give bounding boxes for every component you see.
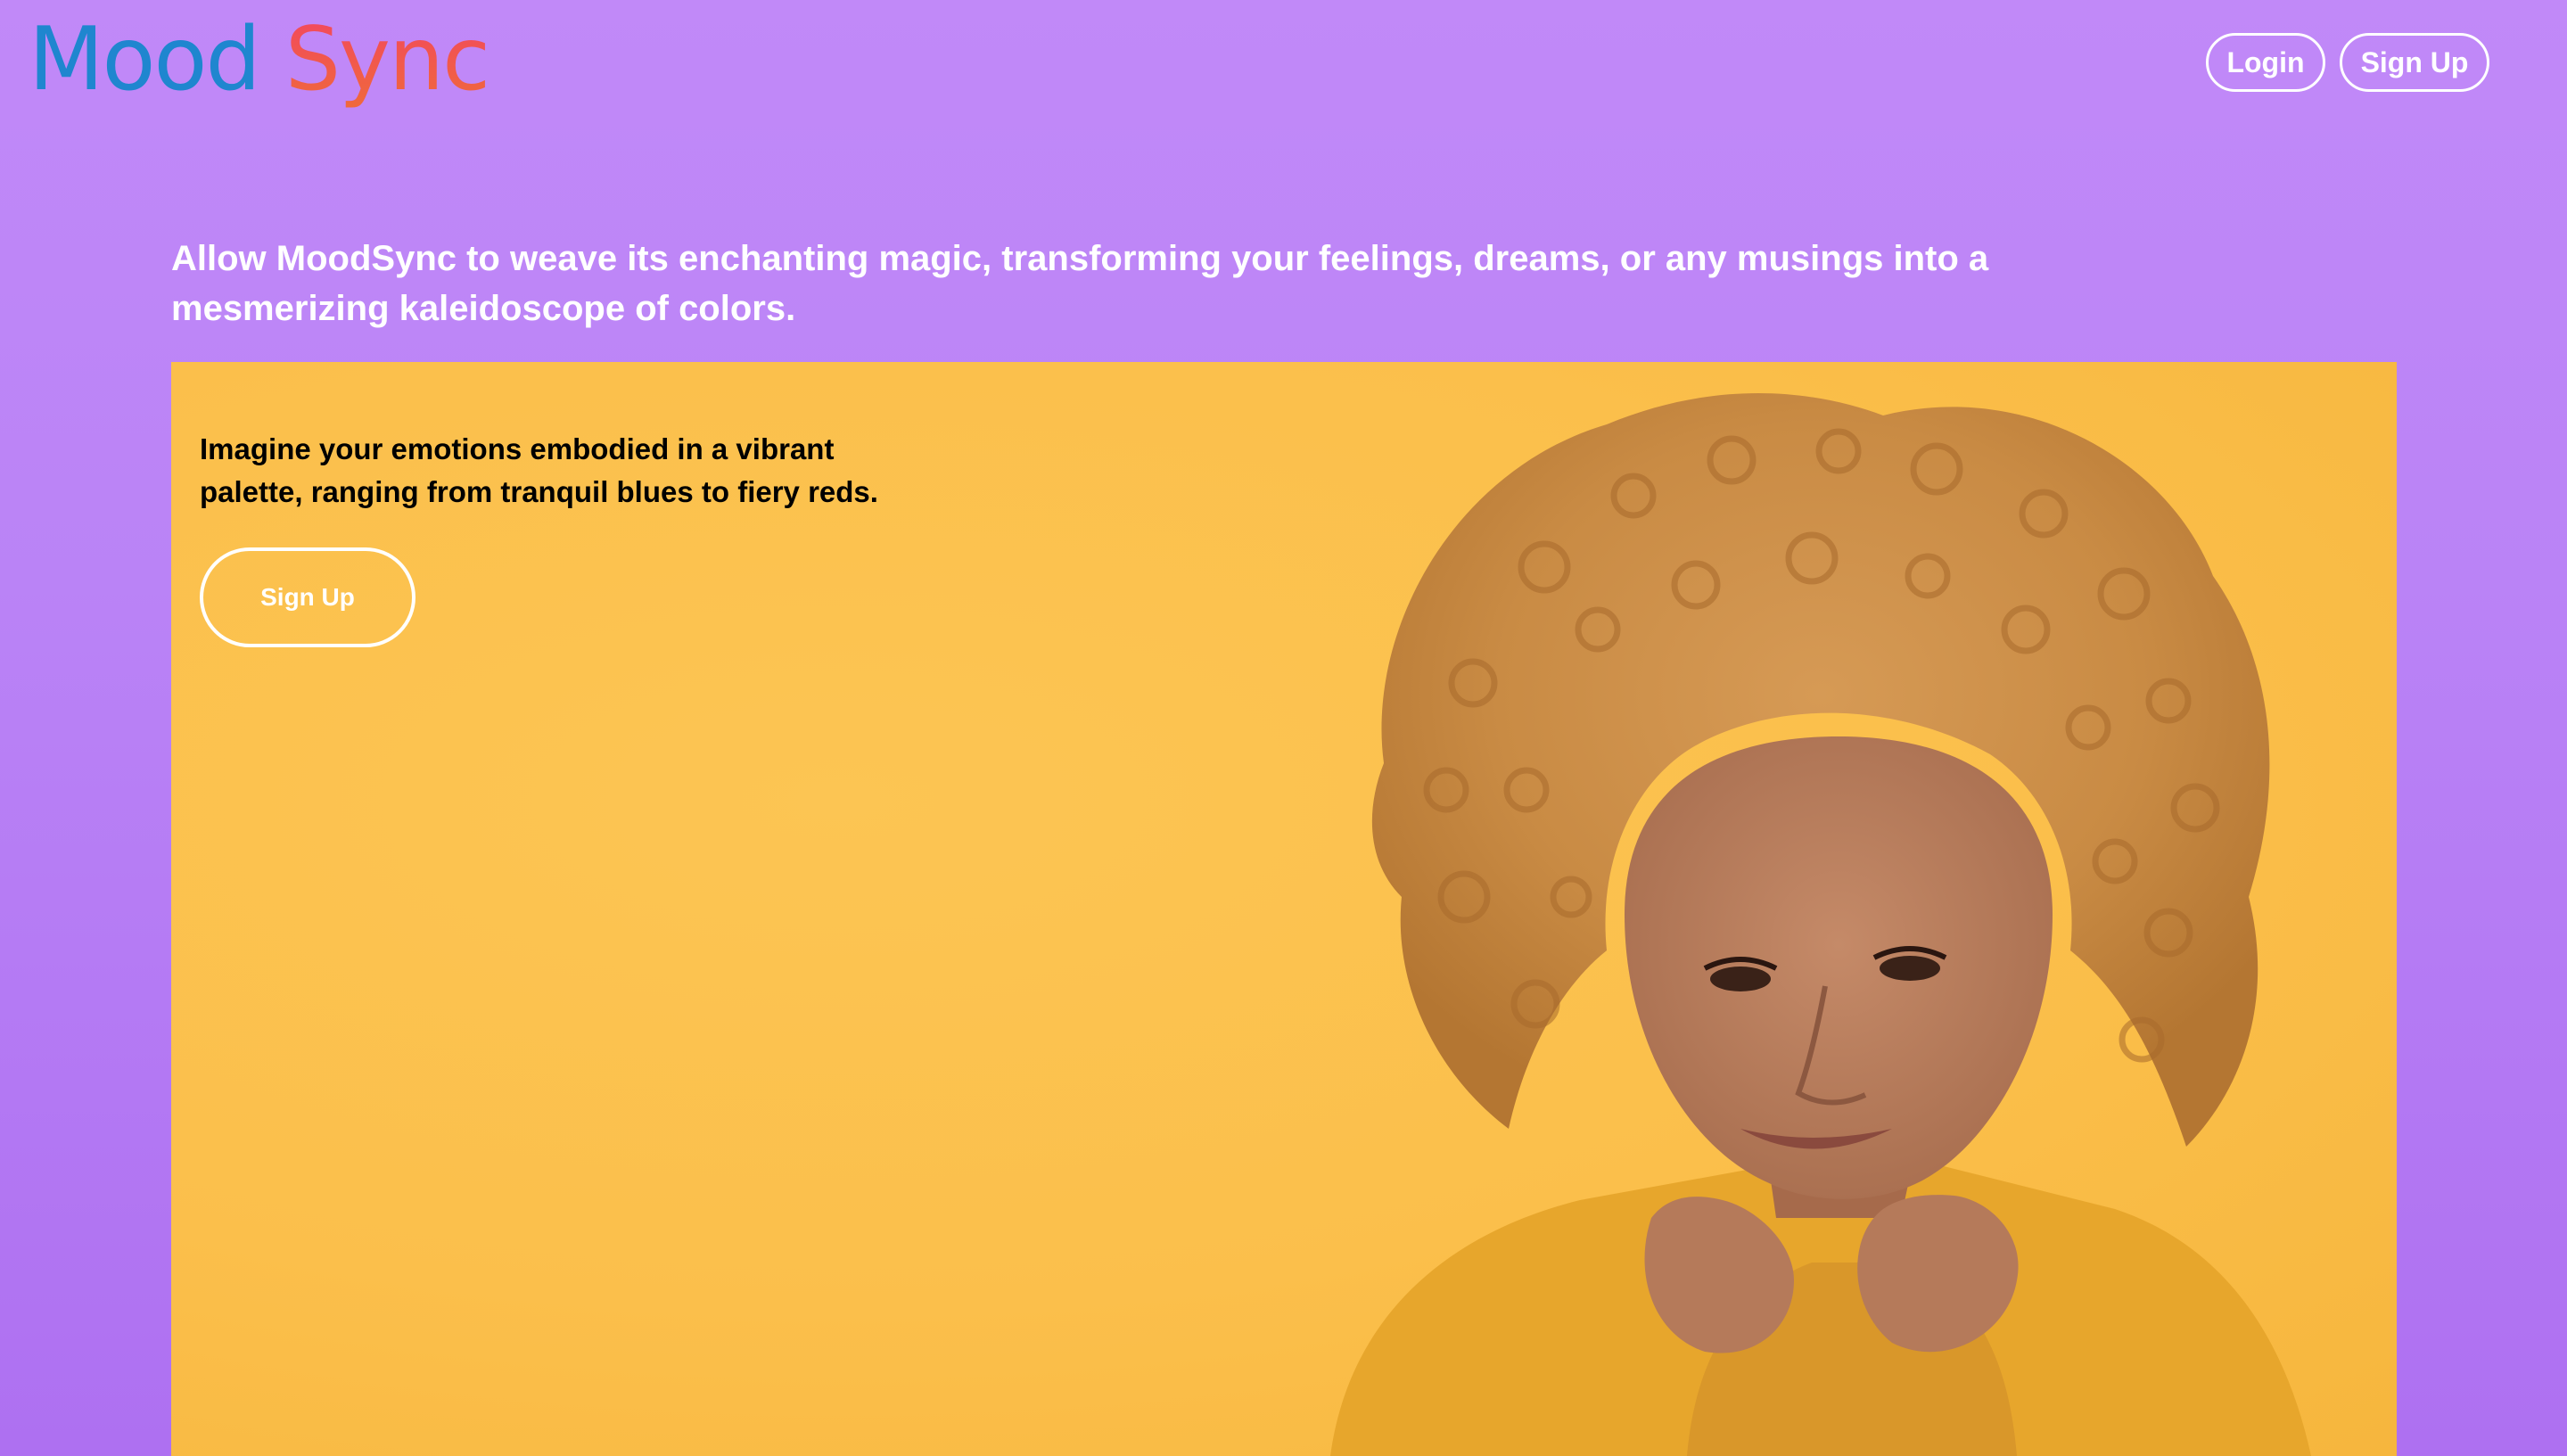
logo-word-sync: Sync xyxy=(284,9,490,111)
portrait-photo xyxy=(1330,393,2311,1456)
logo-word-mood: Mood xyxy=(29,9,261,111)
login-button[interactable]: Login xyxy=(2206,33,2325,92)
hero-text: Imagine your emotions embodied in a vibr… xyxy=(200,432,878,508)
hero-signup-button[interactable]: Sign Up xyxy=(200,547,415,647)
logo[interactable]: Mood Sync xyxy=(29,16,490,103)
signup-button[interactable]: Sign Up xyxy=(2340,33,2489,92)
tagline: Allow MoodSync to weave its enchanting m… xyxy=(171,239,1989,328)
hero-banner: Imagine your emotions embodied in a vibr… xyxy=(171,362,2397,1456)
